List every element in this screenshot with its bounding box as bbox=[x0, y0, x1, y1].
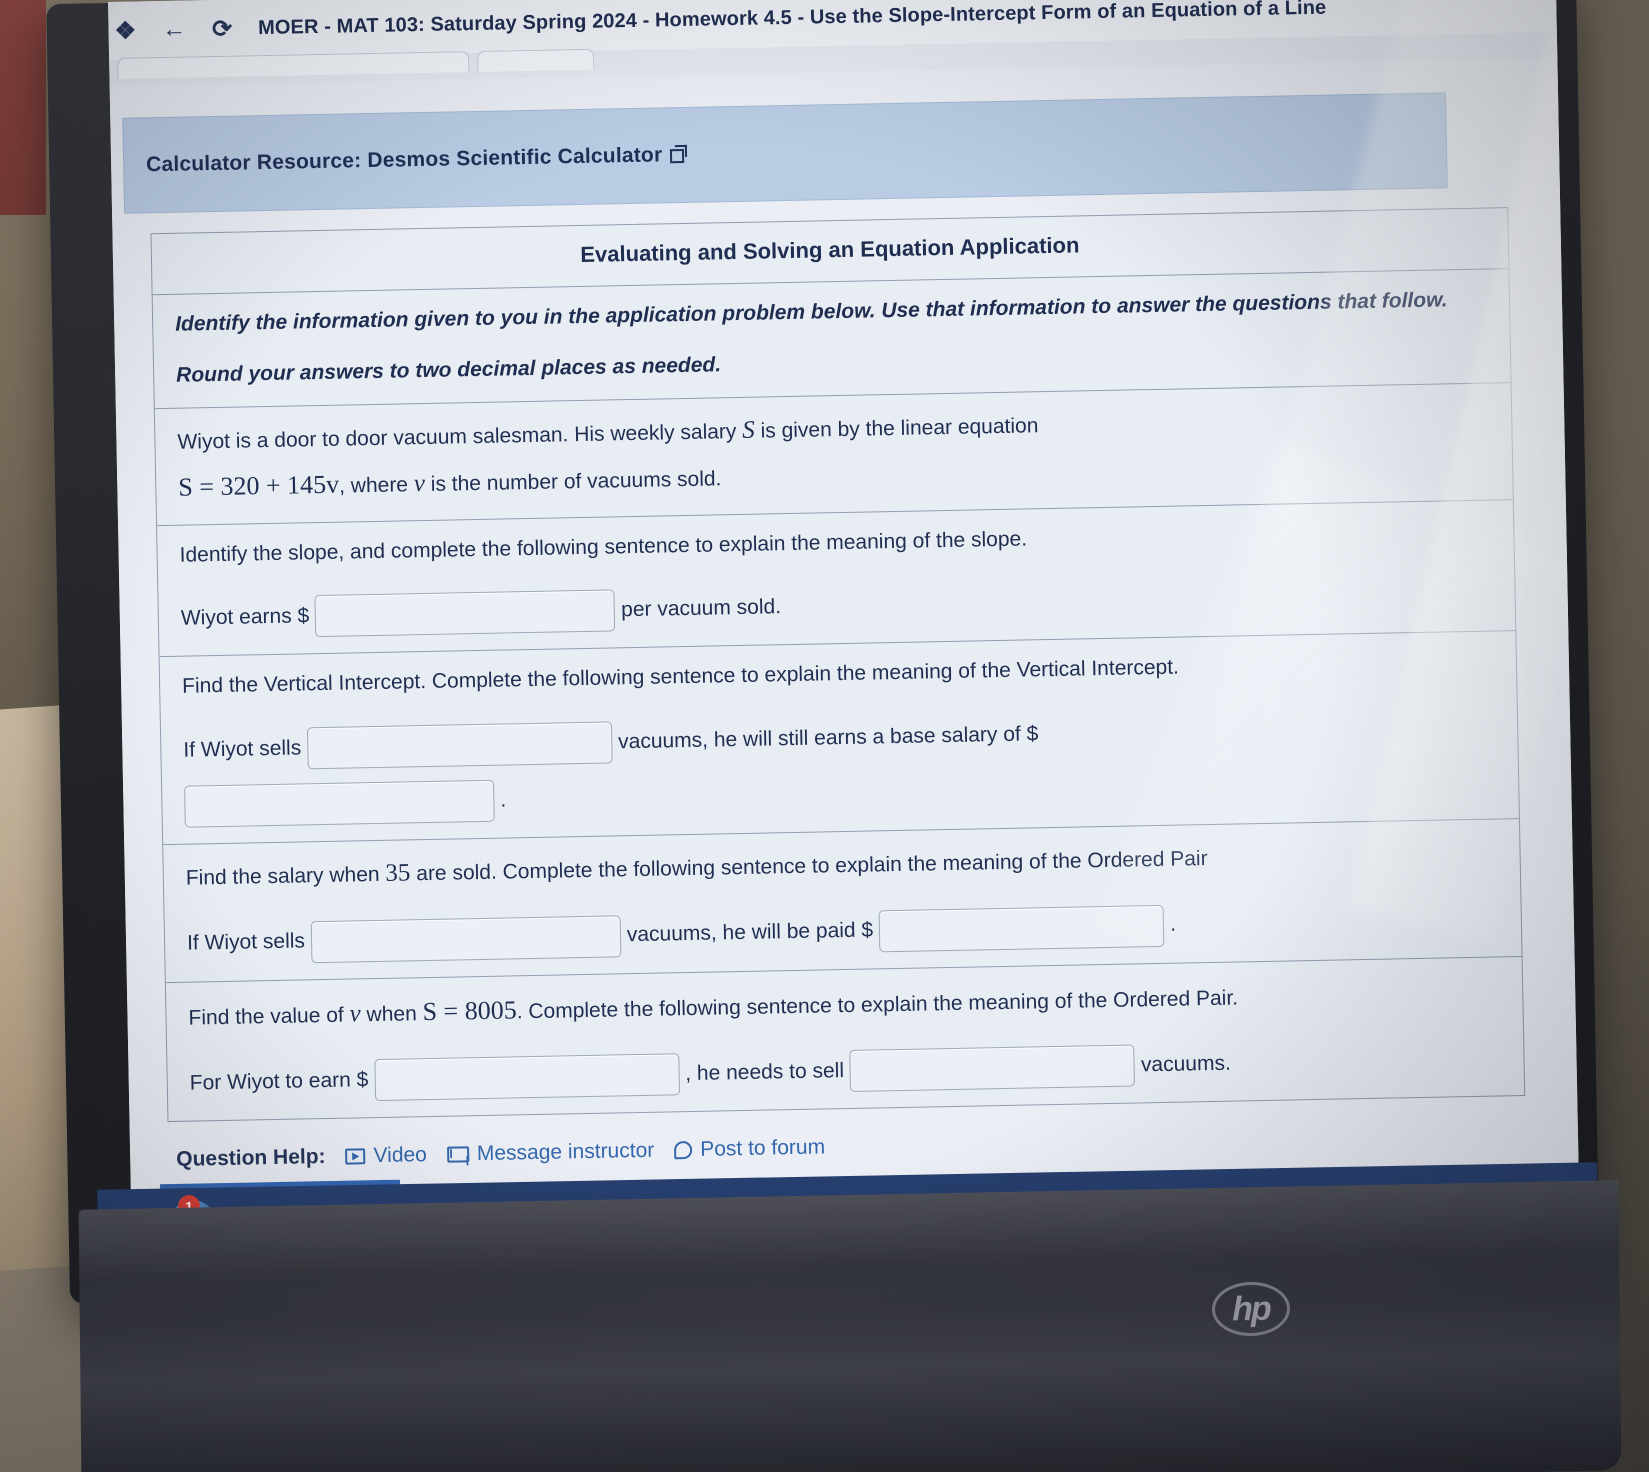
part-salary-prompt-a: Find the salary when bbox=[185, 862, 380, 890]
part-salary-sentence: If Wiyot sells vacuums, he will be paid … bbox=[187, 898, 1500, 965]
forum-icon bbox=[674, 1141, 693, 1160]
part-vertical-intercept: Find the Vertical Intercept. Complete th… bbox=[159, 631, 1519, 845]
desk-red-object bbox=[0, 0, 46, 215]
calculator-resource-banner[interactable]: Calculator Resource: Desmos Scientific C… bbox=[122, 92, 1448, 214]
problem-text-1: Wiyot is a door to door vacuum salesman.… bbox=[177, 420, 737, 454]
part-find-v-prompt-b: when bbox=[366, 1001, 417, 1026]
part-find-v-text-after: vacuums. bbox=[1140, 1051, 1232, 1077]
photo-scene: ❖ ← ⟳ MOER - MAT 103: Saturday Spring 20… bbox=[0, 0, 1649, 1472]
question-help-bar: Question Help: Video Message instructor … bbox=[176, 1121, 1578, 1172]
vertical-intercept-vacuums-input[interactable] bbox=[306, 721, 613, 770]
question-table: Evaluating and Solving an Equation Appli… bbox=[150, 207, 1526, 1123]
slope-answer-input[interactable] bbox=[314, 589, 616, 638]
part-find-v-text-mid: , he needs to sell bbox=[685, 1059, 845, 1086]
question-help-video-link[interactable]: Video bbox=[345, 1143, 427, 1169]
laptop-screen: ❖ ← ⟳ MOER - MAT 103: Saturday Spring 20… bbox=[108, 0, 1579, 1192]
question-help-label: Question Help: bbox=[176, 1145, 326, 1172]
salary-vacuums-input[interactable] bbox=[310, 914, 622, 963]
part-vi-prompt: Find the Vertical Intercept. Complete th… bbox=[181, 655, 1180, 698]
part-slope-sentence: Wiyot earns $ per vacuum sold. bbox=[180, 573, 1493, 640]
part-slope-prompt: Identify the slope, and complete the fol… bbox=[179, 527, 1028, 567]
part-find-v-text-before: For Wiyot to earn $ bbox=[189, 1068, 369, 1095]
calculator-resource-label: Calculator Resource: Desmos Scientific C… bbox=[145, 143, 663, 177]
part-salary-text-mid: vacuums, he will be paid $ bbox=[626, 918, 874, 947]
video-icon bbox=[345, 1148, 366, 1165]
problem-equation: S = 320 + 145v bbox=[178, 469, 340, 502]
part-vi-text-before: If Wiyot sells bbox=[183, 735, 302, 762]
message-link-label: Message instructor bbox=[476, 1139, 655, 1166]
earn-amount-input[interactable] bbox=[373, 1053, 680, 1102]
salary-amount-input[interactable] bbox=[878, 904, 1165, 952]
part-find-v-sentence: For Wiyot to earn $ , he needs to sell v… bbox=[189, 1038, 1502, 1105]
laptop-base bbox=[78, 1180, 1622, 1472]
part-salary-prompt-b: are sold. Complete the following sentenc… bbox=[416, 846, 1208, 886]
part-salary-35: Find the salary when 35 are sold. Comple… bbox=[163, 818, 1522, 983]
external-link-icon[interactable] bbox=[670, 148, 685, 164]
question-help-forum-link[interactable]: Post to forum bbox=[674, 1136, 825, 1163]
part-find-v-prompt-a: Find the value of bbox=[188, 1003, 344, 1030]
question-help-message-link[interactable]: Message instructor bbox=[446, 1139, 655, 1167]
problem-text-2: is given by the linear equation bbox=[760, 414, 1039, 443]
part-vi-text-mid: vacuums, he will still earns a base sala… bbox=[617, 721, 1039, 753]
part-salary-text-after: . bbox=[1169, 912, 1177, 937]
part-slope-text-before: Wiyot earns $ bbox=[180, 604, 310, 630]
page-content: Calculator Resource: Desmos Scientific C… bbox=[109, 58, 1579, 1192]
part-slope-text-after: per vacuum sold. bbox=[620, 595, 782, 622]
forum-link-label: Post to forum bbox=[700, 1135, 826, 1162]
part-find-v-variable: v bbox=[349, 999, 361, 1028]
problem-variable-v: v bbox=[413, 469, 426, 498]
part-vi-sentence-line2: . bbox=[184, 760, 1497, 828]
problem-text-4: is the number of vacuums sold. bbox=[430, 467, 722, 496]
vertical-intercept-salary-input[interactable] bbox=[184, 779, 495, 828]
problem-text-3: , where bbox=[338, 473, 409, 498]
video-link-label: Video bbox=[373, 1143, 428, 1168]
part-salary-number: 35 bbox=[385, 859, 411, 887]
part-find-v-prompt-c: . Complete the following sentence to exp… bbox=[516, 986, 1239, 1023]
back-arrow-icon[interactable]: ← bbox=[162, 16, 187, 44]
part-salary-prompt: Find the salary when 35 are sold. Comple… bbox=[185, 833, 1498, 897]
part-find-v-equation: S = 8005 bbox=[422, 994, 517, 1026]
browser-tab-title[interactable]: MOER - MAT 103: Saturday Spring 2024 - H… bbox=[258, 0, 1327, 40]
part-find-v-prompt: Find the value of v when S = 8005. Compl… bbox=[188, 971, 1501, 1037]
vacuums-needed-input[interactable] bbox=[849, 1044, 1136, 1093]
part-salary-text-before: If Wiyot sells bbox=[186, 929, 306, 955]
part-find-v: Find the value of v when S = 8005. Compl… bbox=[166, 957, 1524, 1122]
tab-divider bbox=[526, 49, 529, 68]
part-vi-text-after: . bbox=[500, 788, 507, 812]
part-slope: Identify the slope, and complete the fol… bbox=[157, 499, 1516, 658]
profile-icon[interactable]: ❖ bbox=[114, 16, 136, 45]
reload-icon[interactable]: ⟳ bbox=[212, 14, 233, 43]
part-vi-sentence-line1: If Wiyot sells vacuums, he will still ea… bbox=[183, 704, 1496, 771]
problem-variable-s: S bbox=[741, 416, 755, 445]
mail-icon bbox=[446, 1146, 470, 1163]
